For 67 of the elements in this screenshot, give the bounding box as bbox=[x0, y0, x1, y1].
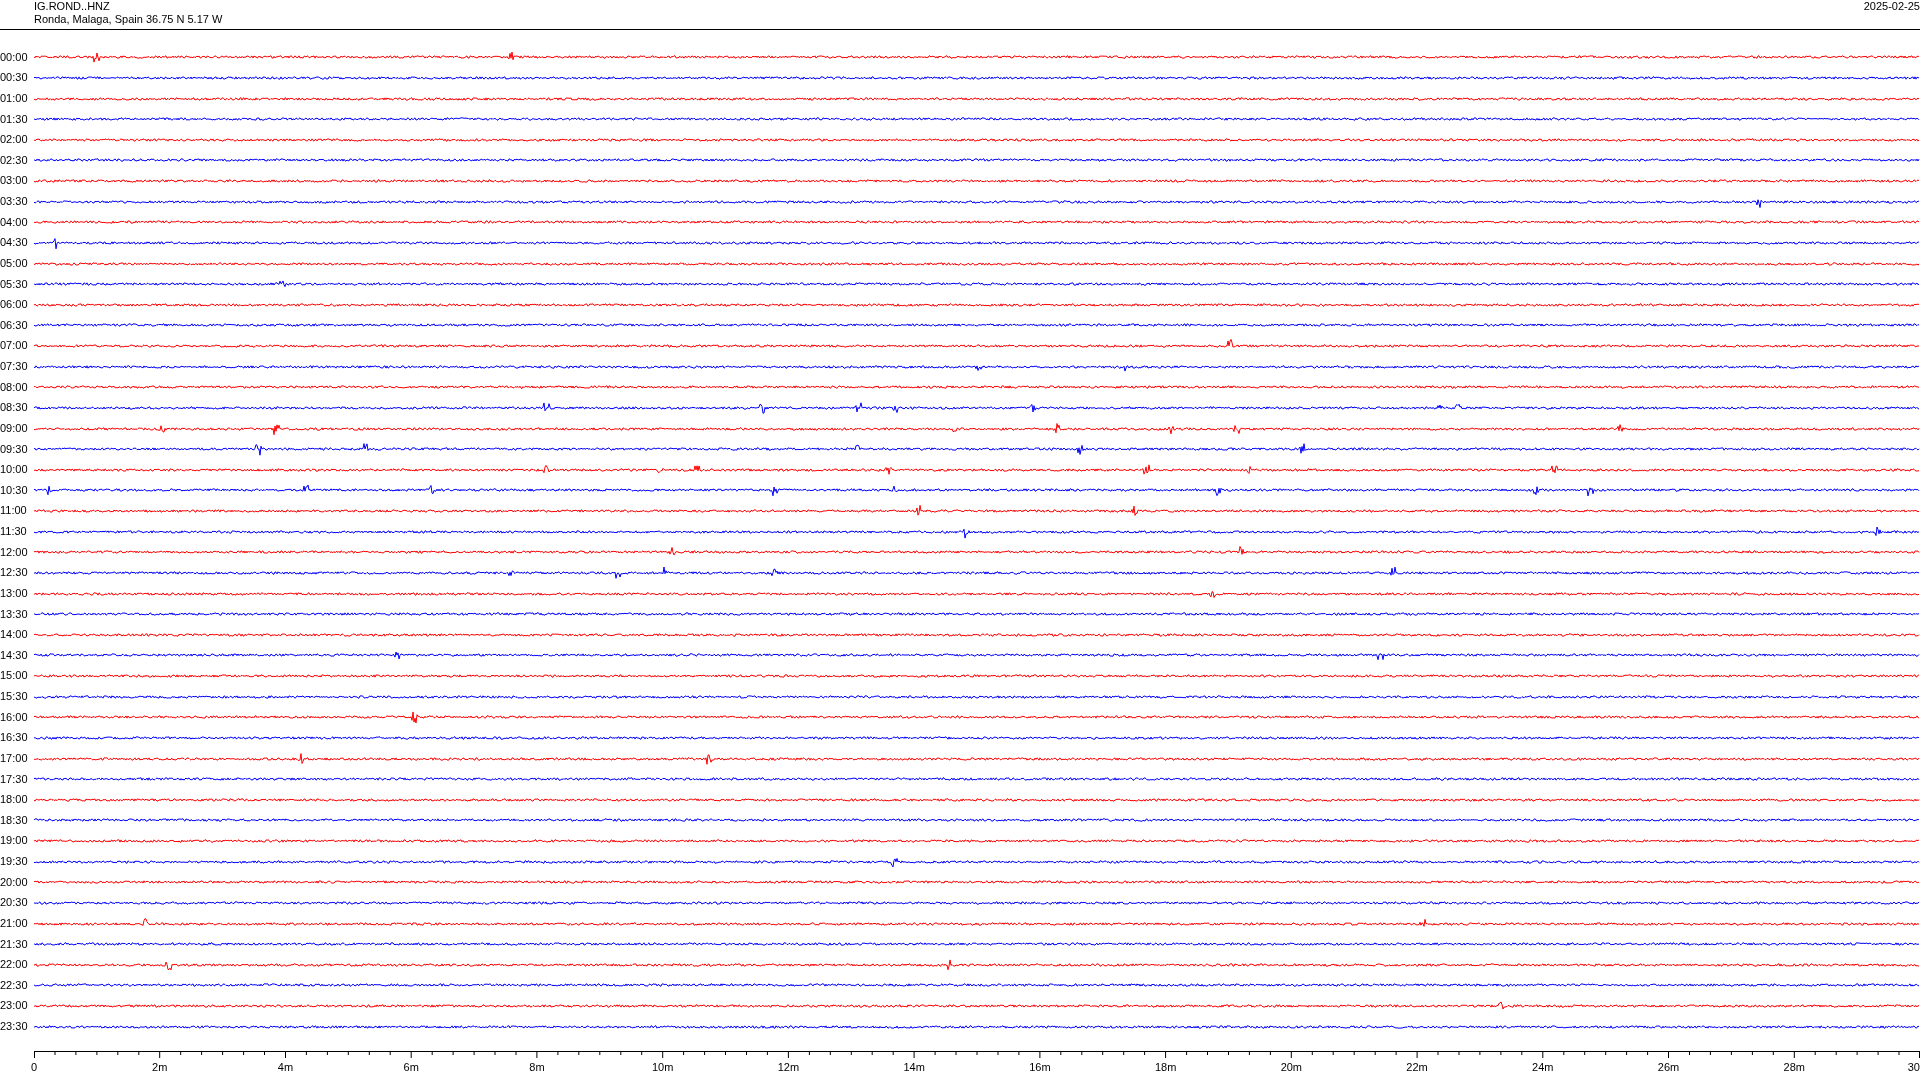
time-label: 12:00 bbox=[0, 545, 29, 559]
time-label: 10:00 bbox=[0, 463, 29, 477]
time-label: 23:30 bbox=[0, 1020, 29, 1034]
time-label: 02:00 bbox=[0, 133, 29, 147]
time-label: 03:30 bbox=[0, 195, 29, 209]
axis-tick-label: 30 bbox=[1907, 1061, 1920, 1075]
axis-tick-label: 10m bbox=[651, 1061, 674, 1075]
axis-tick-label: 12m bbox=[777, 1061, 800, 1075]
time-label: 18:30 bbox=[0, 813, 29, 828]
axis-tick-label: 8m bbox=[529, 1061, 545, 1075]
axis-tick-label: 0 bbox=[31, 1061, 38, 1075]
axis-tick-label: 16m bbox=[1029, 1061, 1051, 1075]
time-label: 00:00 bbox=[0, 50, 29, 64]
time-label: 06:00 bbox=[0, 298, 29, 312]
axis-tick-label: 22m bbox=[1406, 1061, 1428, 1075]
time-label: 15:30 bbox=[0, 690, 29, 704]
time-label: 12:30 bbox=[0, 566, 29, 580]
time-label: 01:00 bbox=[0, 91, 29, 106]
time-label: 21:00 bbox=[0, 916, 29, 931]
time-label: 23:00 bbox=[0, 999, 29, 1013]
time-label: 10:30 bbox=[0, 483, 29, 498]
time-label: 16:30 bbox=[0, 731, 29, 745]
time-label: 05:00 bbox=[0, 256, 29, 271]
time-label: 07:00 bbox=[0, 339, 29, 353]
time-label: 00:30 bbox=[0, 71, 29, 85]
time-label: 05:30 bbox=[0, 277, 29, 291]
axis-tick-label: 2m bbox=[152, 1061, 168, 1075]
time-label: 01:30 bbox=[0, 112, 29, 126]
time-label: 22:00 bbox=[0, 958, 29, 972]
axis-tick-label: 26m bbox=[1657, 1061, 1680, 1075]
time-label: 11:30 bbox=[0, 525, 28, 539]
time-label: 07:30 bbox=[0, 360, 29, 374]
axis-tick-label: 20m bbox=[1280, 1061, 1303, 1075]
time-label: 06:30 bbox=[0, 318, 29, 333]
date-label: 2025-02-25 bbox=[1863, 0, 1920, 14]
time-label: 04:30 bbox=[0, 236, 29, 250]
time-label: 08:00 bbox=[0, 380, 29, 394]
time-label: 09:00 bbox=[0, 421, 29, 436]
time-label: 20:00 bbox=[0, 875, 29, 889]
time-label: 14:30 bbox=[0, 648, 29, 663]
time-label: 08:30 bbox=[0, 401, 29, 415]
time-label: 17:00 bbox=[0, 751, 29, 766]
time-label: 02:30 bbox=[0, 153, 29, 168]
time-label: 14:00 bbox=[0, 628, 29, 642]
time-label: 19:30 bbox=[0, 855, 29, 869]
axis-tick-label: 18m bbox=[1154, 1061, 1177, 1075]
time-label: 03:00 bbox=[0, 174, 29, 188]
axis-tick-label: 6m bbox=[403, 1061, 419, 1075]
time-label: 21:30 bbox=[0, 937, 29, 951]
time-label: 13:00 bbox=[0, 586, 29, 601]
time-label: 13:30 bbox=[0, 607, 29, 621]
axis-tick-label: 28m bbox=[1783, 1061, 1805, 1075]
time-label: 18:00 bbox=[0, 793, 29, 807]
axis-tick-label: 14m bbox=[903, 1061, 925, 1075]
station-code: IG.ROND..HNZ bbox=[34, 0, 111, 13]
time-label: 22:30 bbox=[0, 978, 29, 993]
time-label: 11:00 bbox=[0, 504, 28, 518]
time-label: 20:30 bbox=[0, 896, 29, 910]
time-label: 04:00 bbox=[0, 215, 29, 229]
axis-tick-label: 4m bbox=[277, 1061, 294, 1075]
time-label: 19:00 bbox=[0, 834, 29, 848]
time-label: 16:00 bbox=[0, 710, 29, 724]
time-label: 15:00 bbox=[0, 669, 29, 683]
axis-tick-label: 24m bbox=[1532, 1061, 1554, 1075]
time-label: 09:30 bbox=[0, 442, 29, 456]
time-label: 17:30 bbox=[0, 772, 29, 786]
station-location: Ronda, Malaga, Spain 36.75 N 5.17 W bbox=[34, 13, 223, 26]
